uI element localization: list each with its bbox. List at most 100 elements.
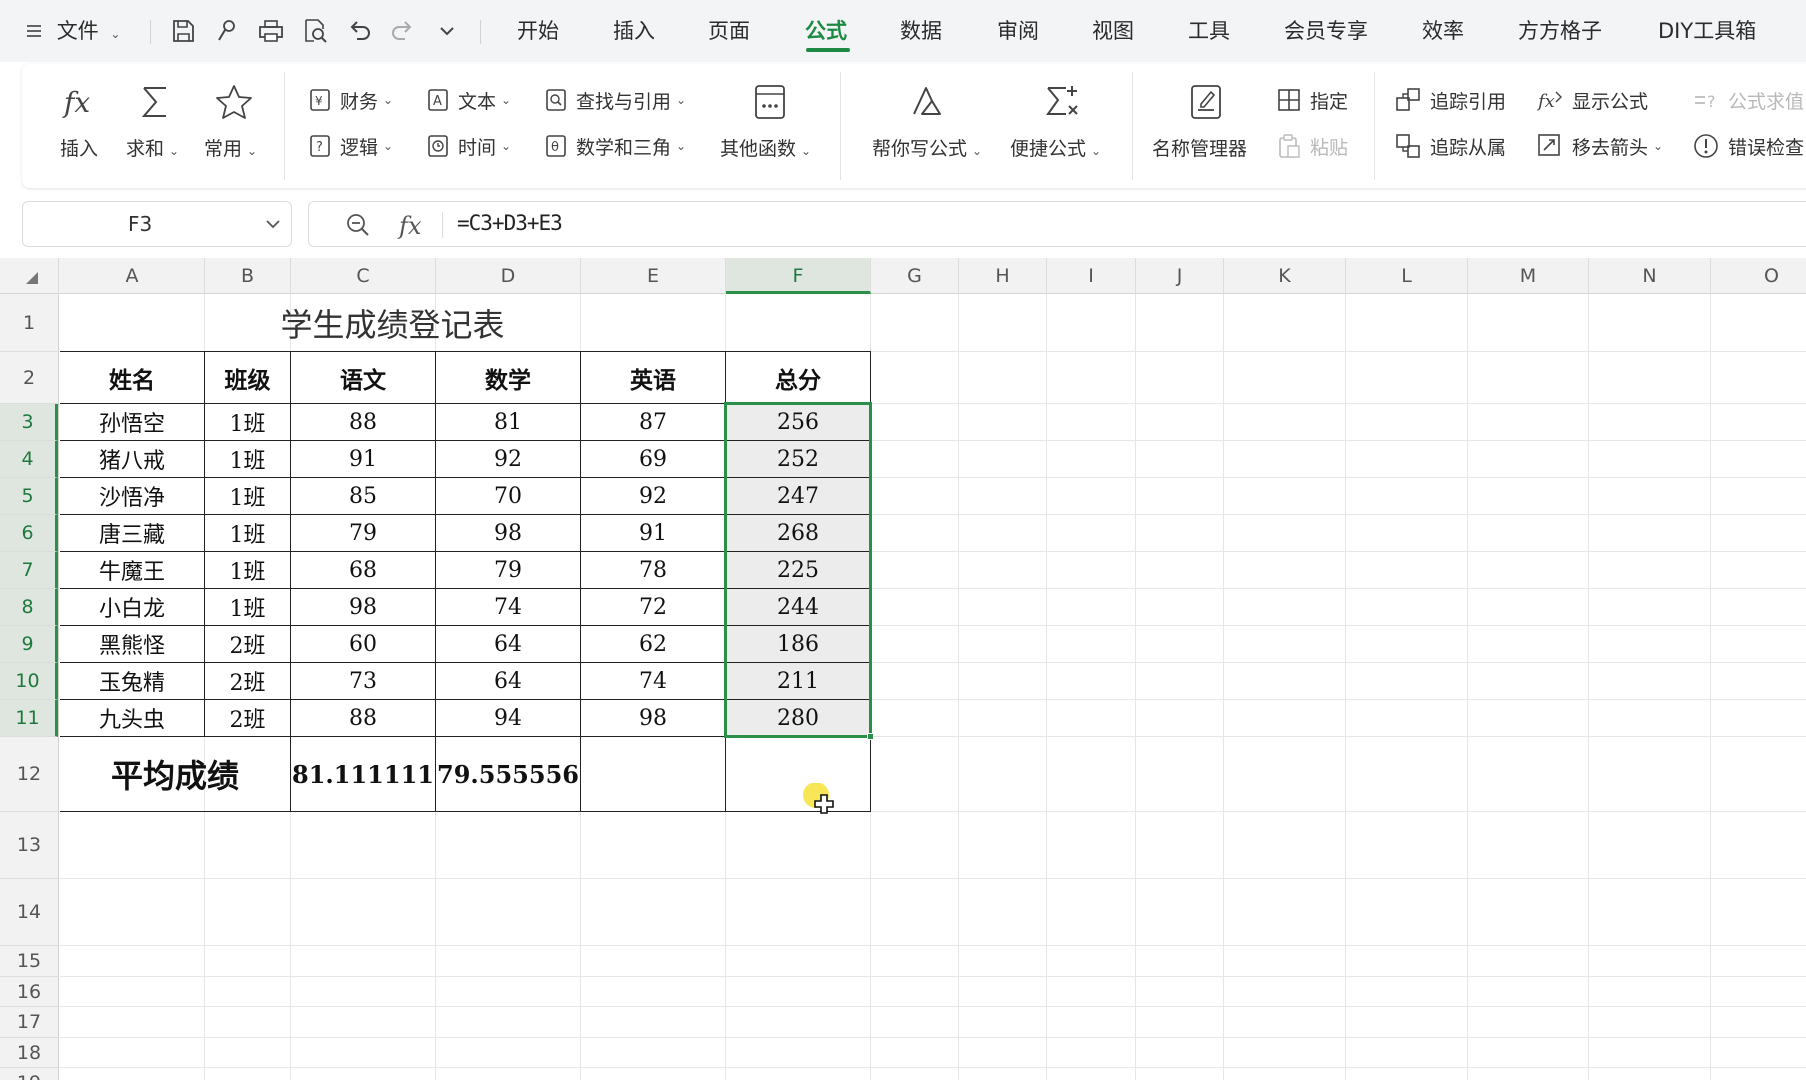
table-cell[interactable]: 2班	[204, 662, 291, 700]
table-cell[interactable]: 98	[435, 514, 581, 552]
tab-diy-toolbox[interactable]: DIY工具箱	[1658, 17, 1756, 45]
autosum-button[interactable]: 求和 ⌄	[126, 82, 186, 178]
table-cell[interactable]: 70	[435, 477, 581, 515]
table-cell[interactable]: 73	[290, 662, 436, 700]
name-box[interactable]: F3	[22, 201, 292, 247]
text-functions-button[interactable]: A 文本 ⌄	[426, 84, 511, 116]
save-icon[interactable]	[168, 16, 198, 46]
assign-name-button[interactable]: 指定	[1276, 84, 1348, 116]
table-cell[interactable]: 87	[580, 403, 726, 441]
trace-precedents-button[interactable]: 追踪引用	[1394, 84, 1506, 116]
table-header-cell[interactable]: 姓名	[60, 351, 205, 404]
tab-member[interactable]: 会员专享	[1284, 17, 1368, 45]
row-header-15[interactable]: 15	[0, 946, 58, 977]
average-value-cell[interactable]: 79.555556	[435, 736, 581, 812]
table-cell[interactable]: 2班	[204, 699, 291, 737]
tab-formulas[interactable]: 公式	[805, 17, 847, 45]
redo-icon[interactable]	[388, 16, 418, 46]
table-header-cell[interactable]: 班级	[204, 351, 291, 404]
table-cell[interactable]: 1班	[204, 514, 291, 552]
table-header-cell[interactable]: 数学	[435, 351, 581, 404]
table-cell[interactable]: 79	[290, 514, 436, 552]
column-header-d[interactable]: D	[436, 258, 581, 294]
column-header-f[interactable]: F	[726, 258, 871, 294]
table-cell[interactable]: 黑熊怪	[60, 625, 205, 663]
column-header-m[interactable]: M	[1468, 258, 1589, 294]
column-header-a[interactable]: A	[60, 258, 205, 294]
average-label-cell[interactable]: 平均成绩	[60, 736, 291, 812]
table-cell[interactable]: 60	[290, 625, 436, 663]
app-menu-button[interactable]: 文件 ⌄	[26, 17, 120, 48]
total-cell[interactable]: 244	[725, 588, 871, 626]
table-header-cell[interactable]: 英语	[580, 351, 726, 404]
table-cell[interactable]: 98	[580, 699, 726, 737]
total-cell[interactable]: 280	[725, 699, 871, 737]
lookup-functions-button[interactable]: 查找与引用 ⌄	[544, 84, 686, 116]
table-cell[interactable]: 1班	[204, 477, 291, 515]
column-header-o[interactable]: O	[1711, 258, 1806, 294]
table-cell[interactable]: 62	[580, 625, 726, 663]
column-header-k[interactable]: K	[1224, 258, 1346, 294]
table-cell[interactable]: 九头虫	[60, 699, 205, 737]
row-header-5[interactable]: 5	[0, 478, 58, 515]
tab-data[interactable]: 数据	[900, 17, 942, 45]
table-cell[interactable]: 1班	[204, 588, 291, 626]
table-cell[interactable]: 68	[290, 551, 436, 589]
table-cell[interactable]: 91	[580, 514, 726, 552]
row-header-16[interactable]: 16	[0, 977, 58, 1007]
table-cell[interactable]: 91	[290, 440, 436, 478]
name-manager-button[interactable]: 名称管理器	[1152, 82, 1262, 178]
table-cell[interactable]: 牛魔王	[60, 551, 205, 589]
evaluate-formula-button[interactable]: ? 公式求值	[1692, 84, 1804, 116]
table-cell[interactable]: 唐三藏	[60, 514, 205, 552]
column-header-l[interactable]: L	[1346, 258, 1468, 294]
insert-function-button[interactable]: fx 插入	[58, 82, 108, 178]
table-cell[interactable]: 1班	[204, 403, 291, 441]
chevron-down-icon[interactable]	[265, 218, 281, 230]
table-cell[interactable]: 88	[290, 699, 436, 737]
total-cell[interactable]: 256	[725, 403, 871, 441]
column-header-j[interactable]: J	[1136, 258, 1224, 294]
table-cell[interactable]: 94	[435, 699, 581, 737]
table-cell[interactable]: 74	[580, 662, 726, 700]
column-header-g[interactable]: G	[871, 258, 959, 294]
logic-functions-button[interactable]: ? 逻辑 ⌄	[308, 130, 393, 162]
total-cell[interactable]: 252	[725, 440, 871, 478]
tab-home[interactable]: 开始	[517, 17, 559, 45]
column-header-b[interactable]: B	[205, 258, 291, 294]
table-cell[interactable]: 78	[580, 551, 726, 589]
table-cell[interactable]: 沙悟净	[60, 477, 205, 515]
row-header-8[interactable]: 8	[0, 589, 58, 626]
print-icon[interactable]	[256, 16, 286, 46]
row-header-19[interactable]: 19	[0, 1068, 58, 1080]
tab-page[interactable]: 页面	[708, 17, 750, 45]
tab-review[interactable]: 审阅	[997, 17, 1039, 45]
show-formulas-button[interactable]: fx 显示公式	[1536, 84, 1648, 116]
table-cell[interactable]: 孙悟空	[60, 403, 205, 441]
finance-functions-button[interactable]: ¥ 财务 ⌄	[308, 84, 393, 116]
total-cell[interactable]: 225	[725, 551, 871, 589]
format-painter-icon[interactable]	[212, 16, 242, 46]
average-value-cell[interactable]: 81.111111	[290, 736, 436, 812]
tab-view[interactable]: 视图	[1092, 17, 1134, 45]
tab-insert[interactable]: 插入	[613, 17, 655, 45]
column-header-c[interactable]: C	[291, 258, 436, 294]
error-check-button[interactable]: 错误检查	[1692, 130, 1804, 162]
paste-name-button[interactable]: 粘贴	[1276, 130, 1348, 162]
table-cell[interactable]: 1班	[204, 440, 291, 478]
undo-icon[interactable]	[344, 16, 374, 46]
table-cell[interactable]: 98	[290, 588, 436, 626]
help-write-formula-button[interactable]: 帮你写公式 ⌄	[872, 82, 992, 178]
table-cell[interactable]: 92	[580, 477, 726, 515]
quick-formula-button[interactable]: 便捷公式 ⌄	[1010, 82, 1120, 178]
row-header-9[interactable]: 9	[0, 626, 58, 663]
time-functions-button[interactable]: 时间 ⌄	[426, 130, 511, 162]
table-cell[interactable]: 74	[435, 588, 581, 626]
table-cell[interactable]: 85	[290, 477, 436, 515]
tab-tools[interactable]: 工具	[1188, 17, 1230, 45]
sheet-title-cell[interactable]: 学生成绩登记表	[60, 294, 726, 352]
row-header-17[interactable]: 17	[0, 1007, 58, 1038]
table-cell[interactable]: 猪八戒	[60, 440, 205, 478]
remove-arrows-button[interactable]: 移去箭头 ⌄	[1536, 130, 1663, 162]
total-cell[interactable]: 268	[725, 514, 871, 552]
